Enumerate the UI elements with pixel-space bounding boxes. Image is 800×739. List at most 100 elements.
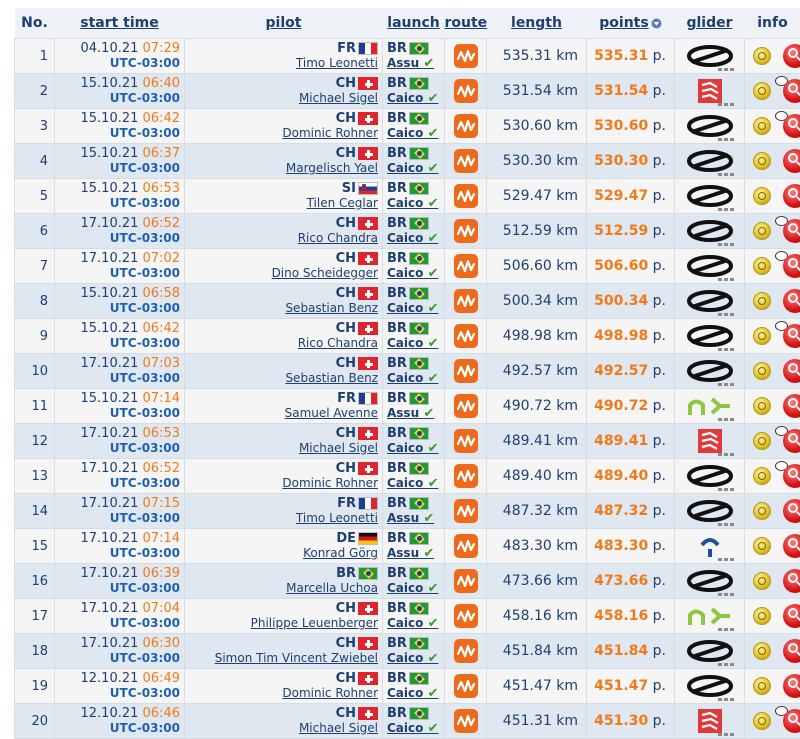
pilot-country-code[interactable]: CH	[336, 356, 356, 371]
launch-country-code[interactable]: BR	[387, 146, 407, 161]
launch-site-link[interactable]: Caico ✔	[387, 371, 440, 386]
pilot-country-code[interactable]: CH	[336, 76, 356, 91]
flight-details-magnifier-icon[interactable]	[783, 639, 800, 663]
ozone-glider-icon[interactable]	[686, 253, 734, 279]
pilot-country-code[interactable]: CH	[336, 636, 356, 651]
niviuk-glider-icon[interactable]	[686, 393, 734, 419]
flight-details-magnifier-icon[interactable]	[783, 289, 800, 313]
gold-coin-icon[interactable]	[753, 292, 771, 310]
route-icon[interactable]	[454, 604, 478, 628]
ozone-glider-icon[interactable]	[686, 218, 734, 244]
route-icon[interactable]	[454, 149, 478, 173]
launch-site-link[interactable]: Caico ✔	[387, 616, 440, 631]
launch-site-link[interactable]: Assu ✔	[387, 546, 440, 561]
pilot-name-link[interactable]: Philippe Leuenberger	[189, 616, 378, 631]
flight-details-magnifier-icon[interactable]	[783, 569, 800, 593]
ozone-glider-icon[interactable]	[686, 113, 734, 139]
pilot-country-code[interactable]: FR	[337, 41, 356, 56]
launch-country-code[interactable]: BR	[387, 671, 407, 686]
launch-site-link[interactable]: Assu ✔	[387, 406, 440, 421]
ozone-glider-icon[interactable]	[686, 148, 734, 174]
pilot-country-code[interactable]: FR	[337, 391, 356, 406]
flight-details-magnifier-icon[interactable]	[783, 44, 800, 68]
pilot-country-code[interactable]: BR	[336, 566, 356, 581]
flight-details-magnifier-icon[interactable]	[783, 324, 800, 348]
launch-site-link[interactable]: Caico ✔	[387, 301, 440, 316]
launch-site-link[interactable]: Caico ✔	[387, 476, 440, 491]
launch-country-code[interactable]: BR	[387, 356, 407, 371]
launch-country-code[interactable]: BR	[387, 531, 407, 546]
col-header-route[interactable]: route	[445, 8, 487, 39]
pilot-country-code[interactable]: SI	[342, 181, 356, 196]
ozone-glider-icon[interactable]	[686, 43, 734, 69]
gold-coin-icon[interactable]	[753, 537, 771, 555]
pilot-name-link[interactable]: Michael Sigel	[189, 721, 378, 736]
gold-coin-icon[interactable]	[753, 327, 771, 345]
launch-country-code[interactable]: BR	[387, 76, 407, 91]
launch-site-link[interactable]: Assu ✔	[387, 56, 440, 71]
niviuk-glider-icon[interactable]	[686, 603, 734, 629]
pilot-country-code[interactable]: CH	[336, 321, 356, 336]
pilot-country-code[interactable]: CH	[336, 216, 356, 231]
gin-glider-icon[interactable]	[686, 78, 734, 104]
flight-details-magnifier-icon[interactable]	[783, 604, 800, 628]
ozone-glider-icon[interactable]	[686, 498, 734, 524]
launch-site-link[interactable]: Caico ✔	[387, 651, 440, 666]
ozone-glider-icon[interactable]	[686, 568, 734, 594]
flight-details-magnifier-icon[interactable]	[783, 359, 800, 383]
ozone-glider-icon[interactable]	[686, 638, 734, 664]
pilot-country-code[interactable]: CH	[336, 146, 356, 161]
pilot-country-code[interactable]: CH	[336, 286, 356, 301]
launch-site-link[interactable]: Caico ✔	[387, 336, 440, 351]
pilot-name-link[interactable]: Dominic Rohner	[189, 126, 378, 141]
route-icon[interactable]	[454, 569, 478, 593]
route-icon[interactable]	[454, 499, 478, 523]
gold-coin-icon[interactable]	[753, 677, 771, 695]
flight-details-magnifier-icon[interactable]	[783, 499, 800, 523]
launch-site-link[interactable]: Caico ✔	[387, 196, 440, 211]
pilot-name-link[interactable]: Rico Chandra	[189, 231, 378, 246]
launch-site-link[interactable]: Caico ✔	[387, 266, 440, 281]
launch-country-code[interactable]: BR	[387, 391, 407, 406]
ozone-glider-icon[interactable]	[686, 183, 734, 209]
pilot-name-link[interactable]: Timo Leonetti	[189, 56, 378, 71]
flight-details-magnifier-icon[interactable]	[783, 184, 800, 208]
flight-details-magnifier-icon[interactable]	[783, 429, 800, 453]
pilot-country-code[interactable]: CH	[336, 461, 356, 476]
gold-coin-icon[interactable]	[753, 432, 771, 450]
flight-details-magnifier-icon[interactable]	[783, 254, 800, 278]
pilot-name-link[interactable]: Dominic Rohner	[189, 476, 378, 491]
gold-coin-icon[interactable]	[753, 257, 771, 275]
pilot-name-link[interactable]: Timo Leonetti	[189, 511, 378, 526]
pilot-name-link[interactable]: Simon Tim Vincent Zwiebel	[189, 651, 378, 666]
pilot-name-link[interactable]: Samuel Avenne	[189, 406, 378, 421]
route-icon[interactable]	[454, 394, 478, 418]
pilot-name-link[interactable]: Michael Sigel	[189, 91, 378, 106]
launch-country-code[interactable]: BR	[387, 41, 407, 56]
ozone-glider-icon[interactable]	[686, 358, 734, 384]
col-header-start-time[interactable]: start time	[55, 8, 185, 39]
gin-glider-icon[interactable]	[686, 428, 734, 454]
pilot-country-code[interactable]: FR	[337, 496, 356, 511]
launch-site-link[interactable]: Caico ✔	[387, 581, 440, 596]
gold-coin-icon[interactable]	[753, 607, 771, 625]
col-header-launch[interactable]: launch	[383, 8, 445, 39]
gold-coin-icon[interactable]	[753, 152, 771, 170]
flight-details-magnifier-icon[interactable]	[783, 674, 800, 698]
col-header-length[interactable]: length	[487, 8, 587, 39]
pilot-name-link[interactable]: Margelisch Yael	[189, 161, 378, 176]
pilot-country-code[interactable]: CH	[336, 251, 356, 266]
launch-site-link[interactable]: Caico ✔	[387, 161, 440, 176]
ozone-glider-icon[interactable]	[686, 463, 734, 489]
pilot-name-link[interactable]: Dino Scheidegger	[189, 266, 378, 281]
launch-country-code[interactable]: BR	[387, 496, 407, 511]
launch-country-code[interactable]: BR	[387, 706, 407, 721]
launch-country-code[interactable]: BR	[387, 426, 407, 441]
pilot-name-link[interactable]: Marcella Uchoa	[189, 581, 378, 596]
col-header-pilot[interactable]: pilot	[185, 8, 383, 39]
flight-details-magnifier-icon[interactable]	[783, 79, 800, 103]
gold-coin-icon[interactable]	[753, 572, 771, 590]
skywalk-glider-icon[interactable]	[686, 533, 734, 559]
route-icon[interactable]	[454, 639, 478, 663]
route-icon[interactable]	[454, 534, 478, 558]
